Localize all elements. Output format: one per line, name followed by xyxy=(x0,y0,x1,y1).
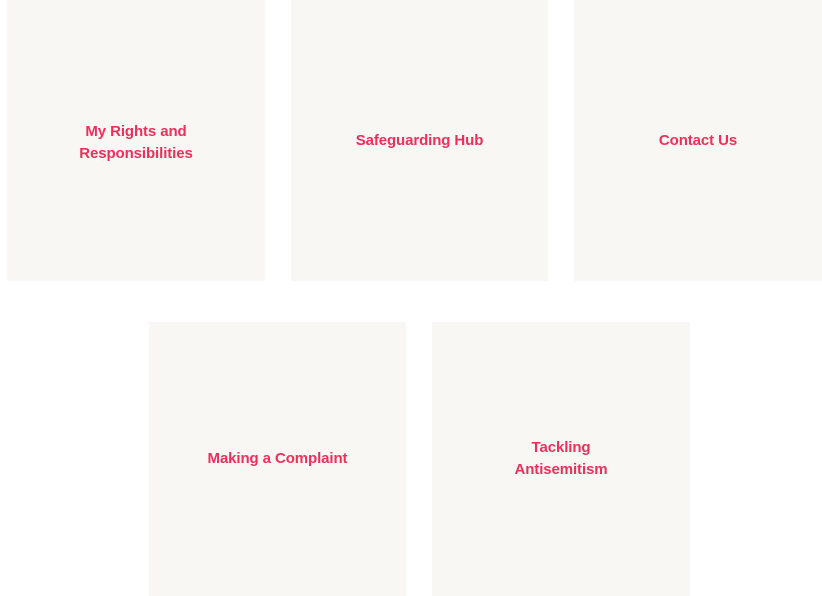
card-label: Tackling Antisemitism xyxy=(514,439,608,478)
link-card-grid: My Rights and Responsibilities Safeguard… xyxy=(0,0,822,596)
card-my-rights-and-responsibilities[interactable]: My Rights and Responsibilities xyxy=(7,0,265,281)
card-making-a-complaint[interactable]: Making a Complaint xyxy=(149,322,406,596)
card-contact-us[interactable]: Contact Us xyxy=(574,0,822,281)
card-tackling-antisemitism[interactable]: Tackling Antisemitism xyxy=(432,322,690,596)
card-label: My Rights and Responsibilities xyxy=(79,122,193,162)
card-safeguarding-hub[interactable]: Safeguarding Hub xyxy=(291,0,548,281)
card-label: Safeguarding Hub xyxy=(355,131,484,149)
card-label: Contact Us xyxy=(658,131,738,149)
card-label: Making a Complaint xyxy=(207,450,348,467)
